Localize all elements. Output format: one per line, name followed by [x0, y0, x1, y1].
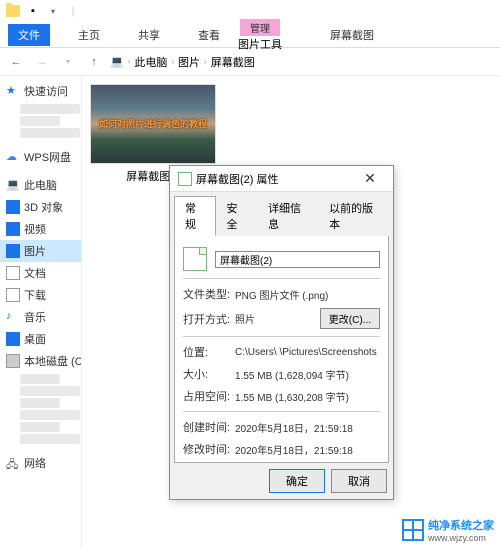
- tab-view[interactable]: 查看: [188, 24, 230, 46]
- pc-icon: 💻: [110, 55, 124, 68]
- tab-security[interactable]: 安全: [216, 196, 258, 236]
- file-type-icon: [183, 247, 207, 271]
- properties-dialog: 屏幕截图(2) 属性 ✕ 常规 安全 详细信息 以前的版本 文件类型:PNG 图…: [169, 165, 394, 500]
- context-group: 管理: [240, 19, 280, 36]
- change-button[interactable]: 更改(C)...: [320, 308, 380, 329]
- window-title: 屏幕截图: [330, 27, 374, 43]
- close-button[interactable]: ✕: [355, 170, 385, 187]
- filename-input[interactable]: [215, 251, 380, 268]
- sidebar-item-docs[interactable]: 文档: [0, 262, 81, 284]
- dialog-body: 文件类型:PNG 图片文件 (.png) 打开方式:照片更改(C)... 位置:…: [174, 236, 389, 463]
- val-openwith: 照片: [235, 311, 320, 326]
- blurred-item: [20, 116, 60, 126]
- forward-button[interactable]: →: [32, 52, 52, 72]
- label-openwith: 打开方式:: [183, 311, 235, 327]
- tab-home[interactable]: 主页: [68, 24, 110, 46]
- dialog-tabs: 常规 安全 详细信息 以前的版本: [170, 192, 393, 236]
- download-icon: [6, 288, 20, 302]
- sidebar-item-video[interactable]: 视频: [0, 218, 81, 240]
- history-dropdown[interactable]: ▾: [58, 52, 78, 72]
- sidebar-item-quick[interactable]: ★快速访问: [0, 80, 81, 102]
- label-sizedisk: 占用空间:: [183, 388, 235, 404]
- blurred-item: [20, 374, 60, 384]
- up-button[interactable]: ↑: [84, 52, 104, 72]
- blurred-item: [20, 398, 60, 408]
- breadcrumb-pics[interactable]: 图片: [178, 54, 200, 70]
- sidebar-item-pc[interactable]: 💻此电脑: [0, 174, 81, 196]
- star-icon: ★: [6, 84, 20, 98]
- qat-item[interactable]: ▪: [24, 2, 42, 20]
- thumbnail-overlay-text: 如何对照片进行调色的教程: [91, 117, 215, 130]
- tab-previous[interactable]: 以前的版本: [318, 196, 389, 236]
- val-sizedisk: 1.55 MB (1,630,208 字节): [235, 389, 380, 404]
- picture-icon: [6, 244, 20, 258]
- dialog-title: 屏幕截图(2) 属性: [196, 171, 279, 187]
- sidebar-item-disk-c[interactable]: 本地磁盘 (C:): [0, 350, 81, 372]
- sidebar-item-desktop[interactable]: 桌面: [0, 328, 81, 350]
- thumbnail-image: 如何对照片进行调色的教程: [90, 84, 216, 164]
- watermark: 纯净系统之家 www.wjzy.com: [402, 517, 494, 543]
- music-icon: ♪: [6, 310, 20, 324]
- breadcrumb-pc[interactable]: 此电脑: [134, 54, 167, 70]
- dialog-titlebar[interactable]: 屏幕截图(2) 属性 ✕: [170, 166, 393, 192]
- address-bar: ← → ▾ ↑ 💻 › 此电脑 › 图片 › 屏幕截图: [0, 48, 500, 76]
- val-created: 2020年5月18日，21:59:18: [235, 420, 380, 435]
- sidebar-item-wps[interactable]: ☁WPS网盘: [0, 146, 81, 168]
- video-icon: [6, 222, 20, 236]
- nav-pane: ★快速访问 ☁WPS网盘 💻此电脑 3D 对象 视频 图片 文档 下载 ♪音乐 …: [0, 76, 82, 549]
- folder-icon: [4, 2, 22, 20]
- watermark-icon: [402, 519, 424, 541]
- file-icon: [178, 172, 192, 186]
- blurred-item: [20, 128, 80, 138]
- label-modified: 修改时间:: [183, 441, 235, 457]
- blurred-item: [20, 104, 80, 114]
- label-filetype: 文件类型:: [183, 286, 235, 302]
- val-size: 1.55 MB (1,628,094 字节): [235, 367, 380, 382]
- sidebar-item-music[interactable]: ♪音乐: [0, 306, 81, 328]
- blurred-item: [20, 410, 80, 420]
- tab-file[interactable]: 文件: [8, 24, 50, 46]
- val-modified: 2020年5月18日，21:59:18: [235, 442, 380, 457]
- val-filetype: PNG 图片文件 (.png): [235, 287, 380, 302]
- qat-dropdown[interactable]: ▾: [44, 2, 62, 20]
- tab-share[interactable]: 共享: [128, 24, 170, 46]
- watermark-url: www.wjzy.com: [428, 533, 494, 543]
- cloud-icon: ☁: [6, 150, 20, 164]
- breadcrumb[interactable]: 💻 › 此电脑 › 图片 › 屏幕截图: [110, 54, 255, 70]
- back-button[interactable]: ←: [6, 52, 26, 72]
- desktop-icon: [6, 332, 20, 346]
- label-size: 大小:: [183, 366, 235, 382]
- context-tab[interactable]: 图片工具: [238, 36, 282, 52]
- dialog-footer: 确定 取消: [170, 463, 393, 499]
- watermark-text: 纯净系统之家: [428, 517, 494, 533]
- qat-sep: |: [64, 2, 82, 20]
- pc-icon: 💻: [6, 178, 20, 192]
- ok-button[interactable]: 确定: [269, 469, 325, 493]
- val-location: C:\Users\ \Pictures\Screenshots: [235, 347, 380, 358]
- breadcrumb-folder[interactable]: 屏幕截图: [211, 54, 255, 70]
- blurred-item: [20, 386, 80, 396]
- cancel-button[interactable]: 取消: [331, 469, 387, 493]
- cube-icon: [6, 200, 20, 214]
- sidebar-item-pics[interactable]: 图片: [0, 240, 81, 262]
- doc-icon: [6, 266, 20, 280]
- blurred-item: [20, 422, 60, 432]
- ribbon: ▪ ▾ | 文件 主页 共享 查看 管理 图片工具 屏幕截图: [0, 0, 500, 48]
- label-created: 创建时间:: [183, 419, 235, 435]
- label-location: 位置:: [183, 344, 235, 360]
- tab-details[interactable]: 详细信息: [257, 196, 318, 236]
- sidebar-item-3d[interactable]: 3D 对象: [0, 196, 81, 218]
- disk-icon: [6, 354, 20, 368]
- sidebar-item-downloads[interactable]: 下载: [0, 284, 81, 306]
- blurred-item: [20, 434, 80, 444]
- tab-general[interactable]: 常规: [174, 196, 216, 236]
- network-icon: 🖧: [6, 456, 20, 470]
- sidebar-item-network[interactable]: 🖧网络: [0, 452, 81, 474]
